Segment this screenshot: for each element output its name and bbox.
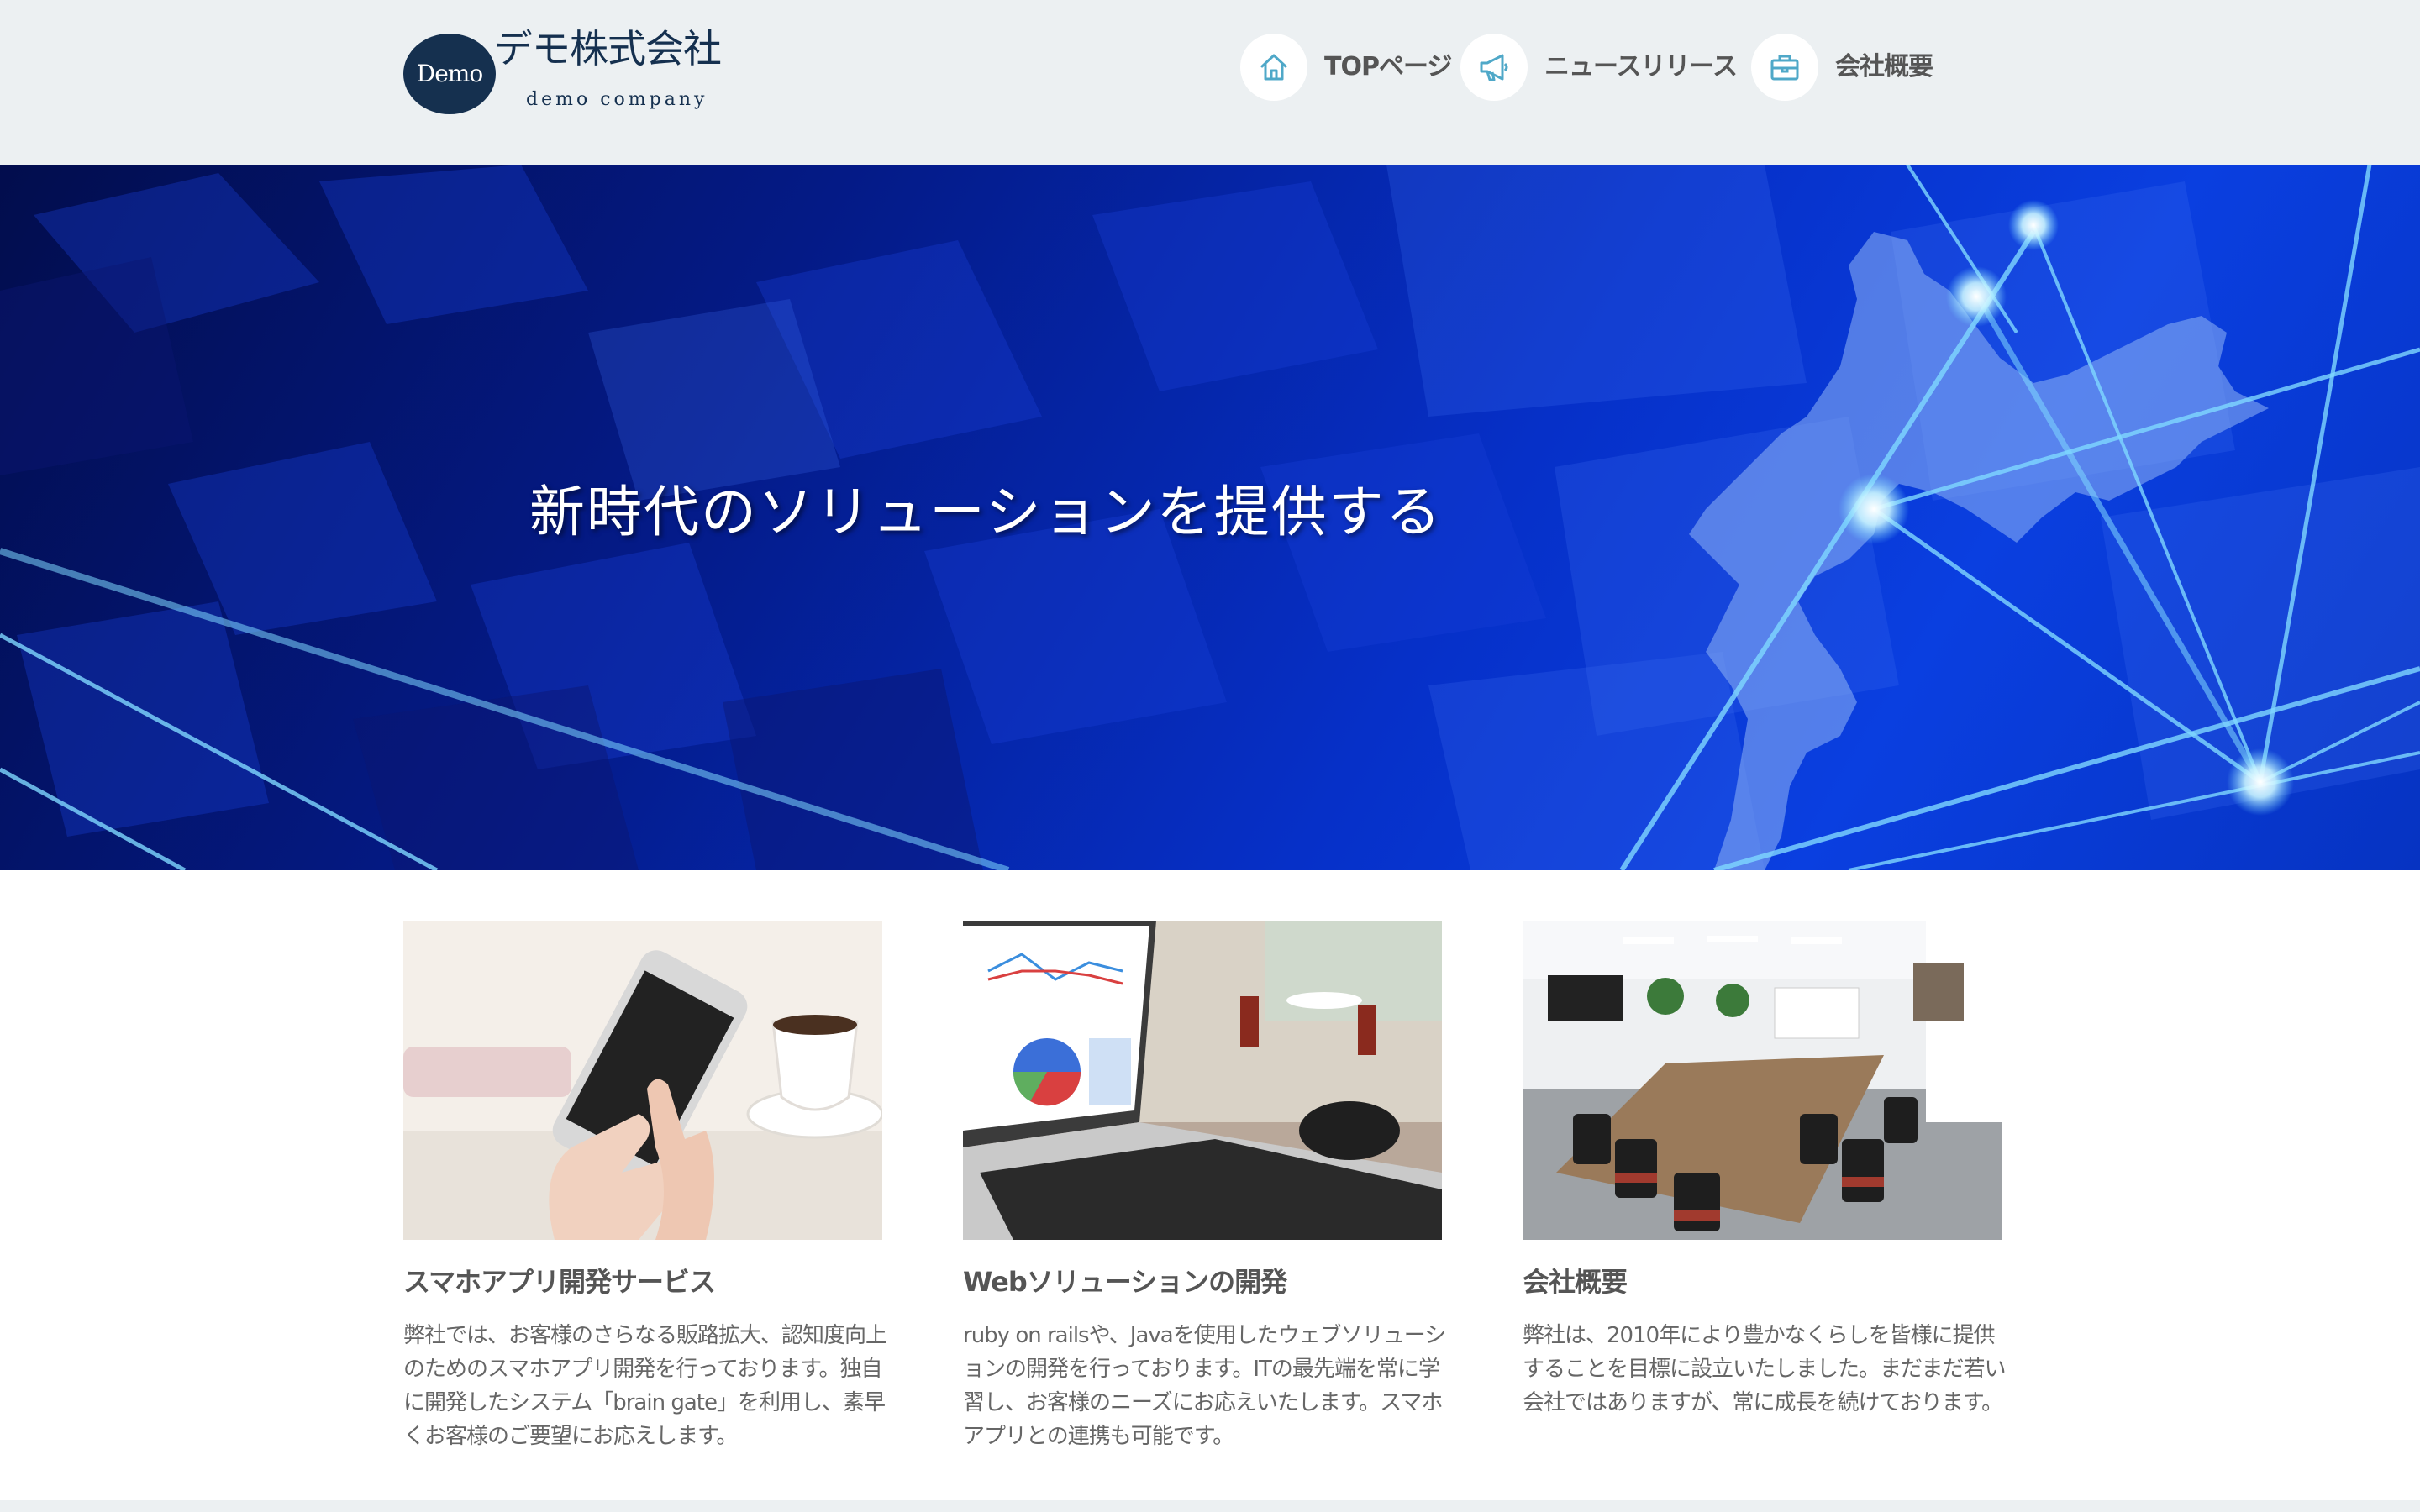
card-text-web: ruby on railsや、Javaを使用したウェブソリューションの開発を行っ… bbox=[963, 1323, 1446, 1449]
company-logo[interactable]: Demo デモ株式会社 demo company bbox=[403, 24, 739, 124]
briefcase-icon bbox=[1751, 34, 1818, 101]
nav-item-news[interactable]: ニュースリリース bbox=[1460, 34, 1746, 101]
nav-item-company[interactable]: 会社概要 bbox=[1751, 34, 1946, 101]
hero-title: 新時代のソリューションを提供する bbox=[529, 480, 1443, 544]
office-photo bbox=[1523, 921, 2002, 1240]
logo-company-name: デモ株式会社 bbox=[494, 26, 722, 71]
main-nav: TOPページ ニュースリリース 会社概要 bbox=[1240, 34, 1946, 101]
site-header: Demo デモ株式会社 demo company TOPページ ニュースリリース… bbox=[0, 0, 2420, 165]
nav-item-top[interactable]: TOPページ bbox=[1240, 34, 1459, 101]
card-text-company: 弊社は、2010年により豊かなくらしを皆様に提供することを目標に設立いたしました… bbox=[1523, 1323, 2006, 1415]
home-icon bbox=[1240, 34, 1307, 101]
megaphone-icon bbox=[1460, 34, 1528, 101]
logo-company-name-en: demo company bbox=[526, 89, 708, 110]
card-title-web: Webソリューションの開発 bbox=[963, 1266, 1287, 1298]
laptop-chart-photo bbox=[963, 921, 1442, 1240]
nav-label-company: 会社概要 bbox=[1835, 52, 1933, 81]
card-title-app: スマホアプリ開発サービス bbox=[403, 1266, 716, 1298]
card-title-company: 会社概要 bbox=[1523, 1266, 1628, 1298]
card-text-app: 弊社では、お客様のさらなる販路拡大、認知度向上のためのスマホアプリ開発を行ってお… bbox=[403, 1323, 887, 1449]
logo-mark: Demo bbox=[403, 34, 496, 114]
nav-label-top: TOPページ bbox=[1324, 52, 1452, 81]
smartphone-photo bbox=[403, 921, 882, 1240]
footer-strip bbox=[0, 1500, 2420, 1512]
hero-banner: 新時代のソリューションを提供する bbox=[0, 165, 2420, 870]
nav-label-news: ニュースリリース bbox=[1544, 52, 1738, 81]
